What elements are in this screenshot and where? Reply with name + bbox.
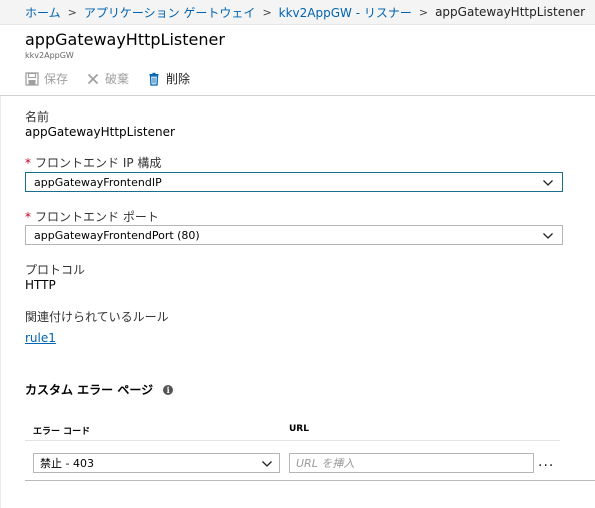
required-mark: *	[25, 156, 31, 170]
breadcrumb: ホーム > アプリケーション ゲートウェイ > kkv2AppGW - リスナー…	[0, 0, 595, 25]
chevron-down-icon	[261, 458, 273, 470]
delete-button[interactable]: 削除	[147, 70, 190, 87]
breadcrumb-separator: >	[418, 5, 429, 19]
frontend-ip-label: * フロントエンド IP 構成	[25, 156, 162, 170]
associated-rules-label: 関連付けられているルール	[25, 310, 169, 324]
breadcrumb-current: appGatewayHttpListener	[435, 5, 586, 19]
url-input[interactable]	[289, 453, 534, 473]
rule-link[interactable]: rule1	[25, 331, 56, 345]
frontend-ip-select[interactable]: appGatewayFrontendIP	[25, 172, 563, 192]
page-subtitle: kkv2AppGW	[25, 51, 74, 60]
error-code-column-header: エラー コード	[33, 427, 91, 437]
breadcrumb-app-gateways[interactable]: アプリケーション ゲートウェイ	[84, 4, 256, 21]
close-icon	[86, 72, 100, 86]
name-value: appGatewayHttpListener	[25, 125, 175, 139]
page-title: appGatewayHttpListener	[25, 30, 225, 49]
protocol-label: プロトコル	[25, 263, 86, 277]
delete-label: 削除	[166, 72, 191, 86]
breadcrumb-separator: >	[262, 5, 272, 19]
divider	[0, 96, 1, 508]
table-header-divider	[25, 440, 560, 441]
info-icon[interactable]: i	[163, 384, 174, 395]
frontend-port-label: * フロントエンド ポート	[25, 210, 159, 224]
breadcrumb-home[interactable]: ホーム	[25, 4, 61, 21]
chevron-down-icon	[542, 230, 554, 242]
required-mark: *	[25, 210, 31, 224]
frontend-port-value: appGatewayFrontendPort (80)	[34, 228, 200, 242]
frontend-port-select[interactable]: appGatewayFrontendPort (80)	[25, 225, 563, 245]
save-icon	[25, 71, 39, 86]
save-label: 保存	[44, 72, 69, 86]
error-code-value: 禁止 - 403	[40, 457, 94, 470]
command-bar: 保存 破棄 削除	[0, 62, 595, 96]
discard-label: 破棄	[105, 72, 130, 86]
url-column-header: URL	[289, 424, 309, 434]
frontend-ip-value: appGatewayFrontendIP	[34, 175, 162, 189]
trash-icon	[147, 72, 161, 86]
title-area: appGatewayHttpListener kkv2AppGW	[25, 30, 225, 61]
more-options-button[interactable]: ...	[538, 454, 554, 470]
custom-error-section-title: カスタム エラー ページ i	[25, 381, 174, 398]
error-code-select[interactable]: 禁止 - 403	[33, 453, 280, 473]
discard-button[interactable]: 破棄	[86, 70, 129, 87]
chevron-down-icon	[542, 177, 554, 189]
save-button[interactable]: 保存	[25, 70, 68, 87]
protocol-value: HTTP	[25, 278, 56, 292]
table-bottom-divider	[25, 480, 595, 481]
name-label: 名前	[25, 110, 50, 124]
breadcrumb-listeners[interactable]: kkv2AppGW - リスナー	[279, 4, 412, 21]
breadcrumb-separator: >	[67, 5, 77, 19]
